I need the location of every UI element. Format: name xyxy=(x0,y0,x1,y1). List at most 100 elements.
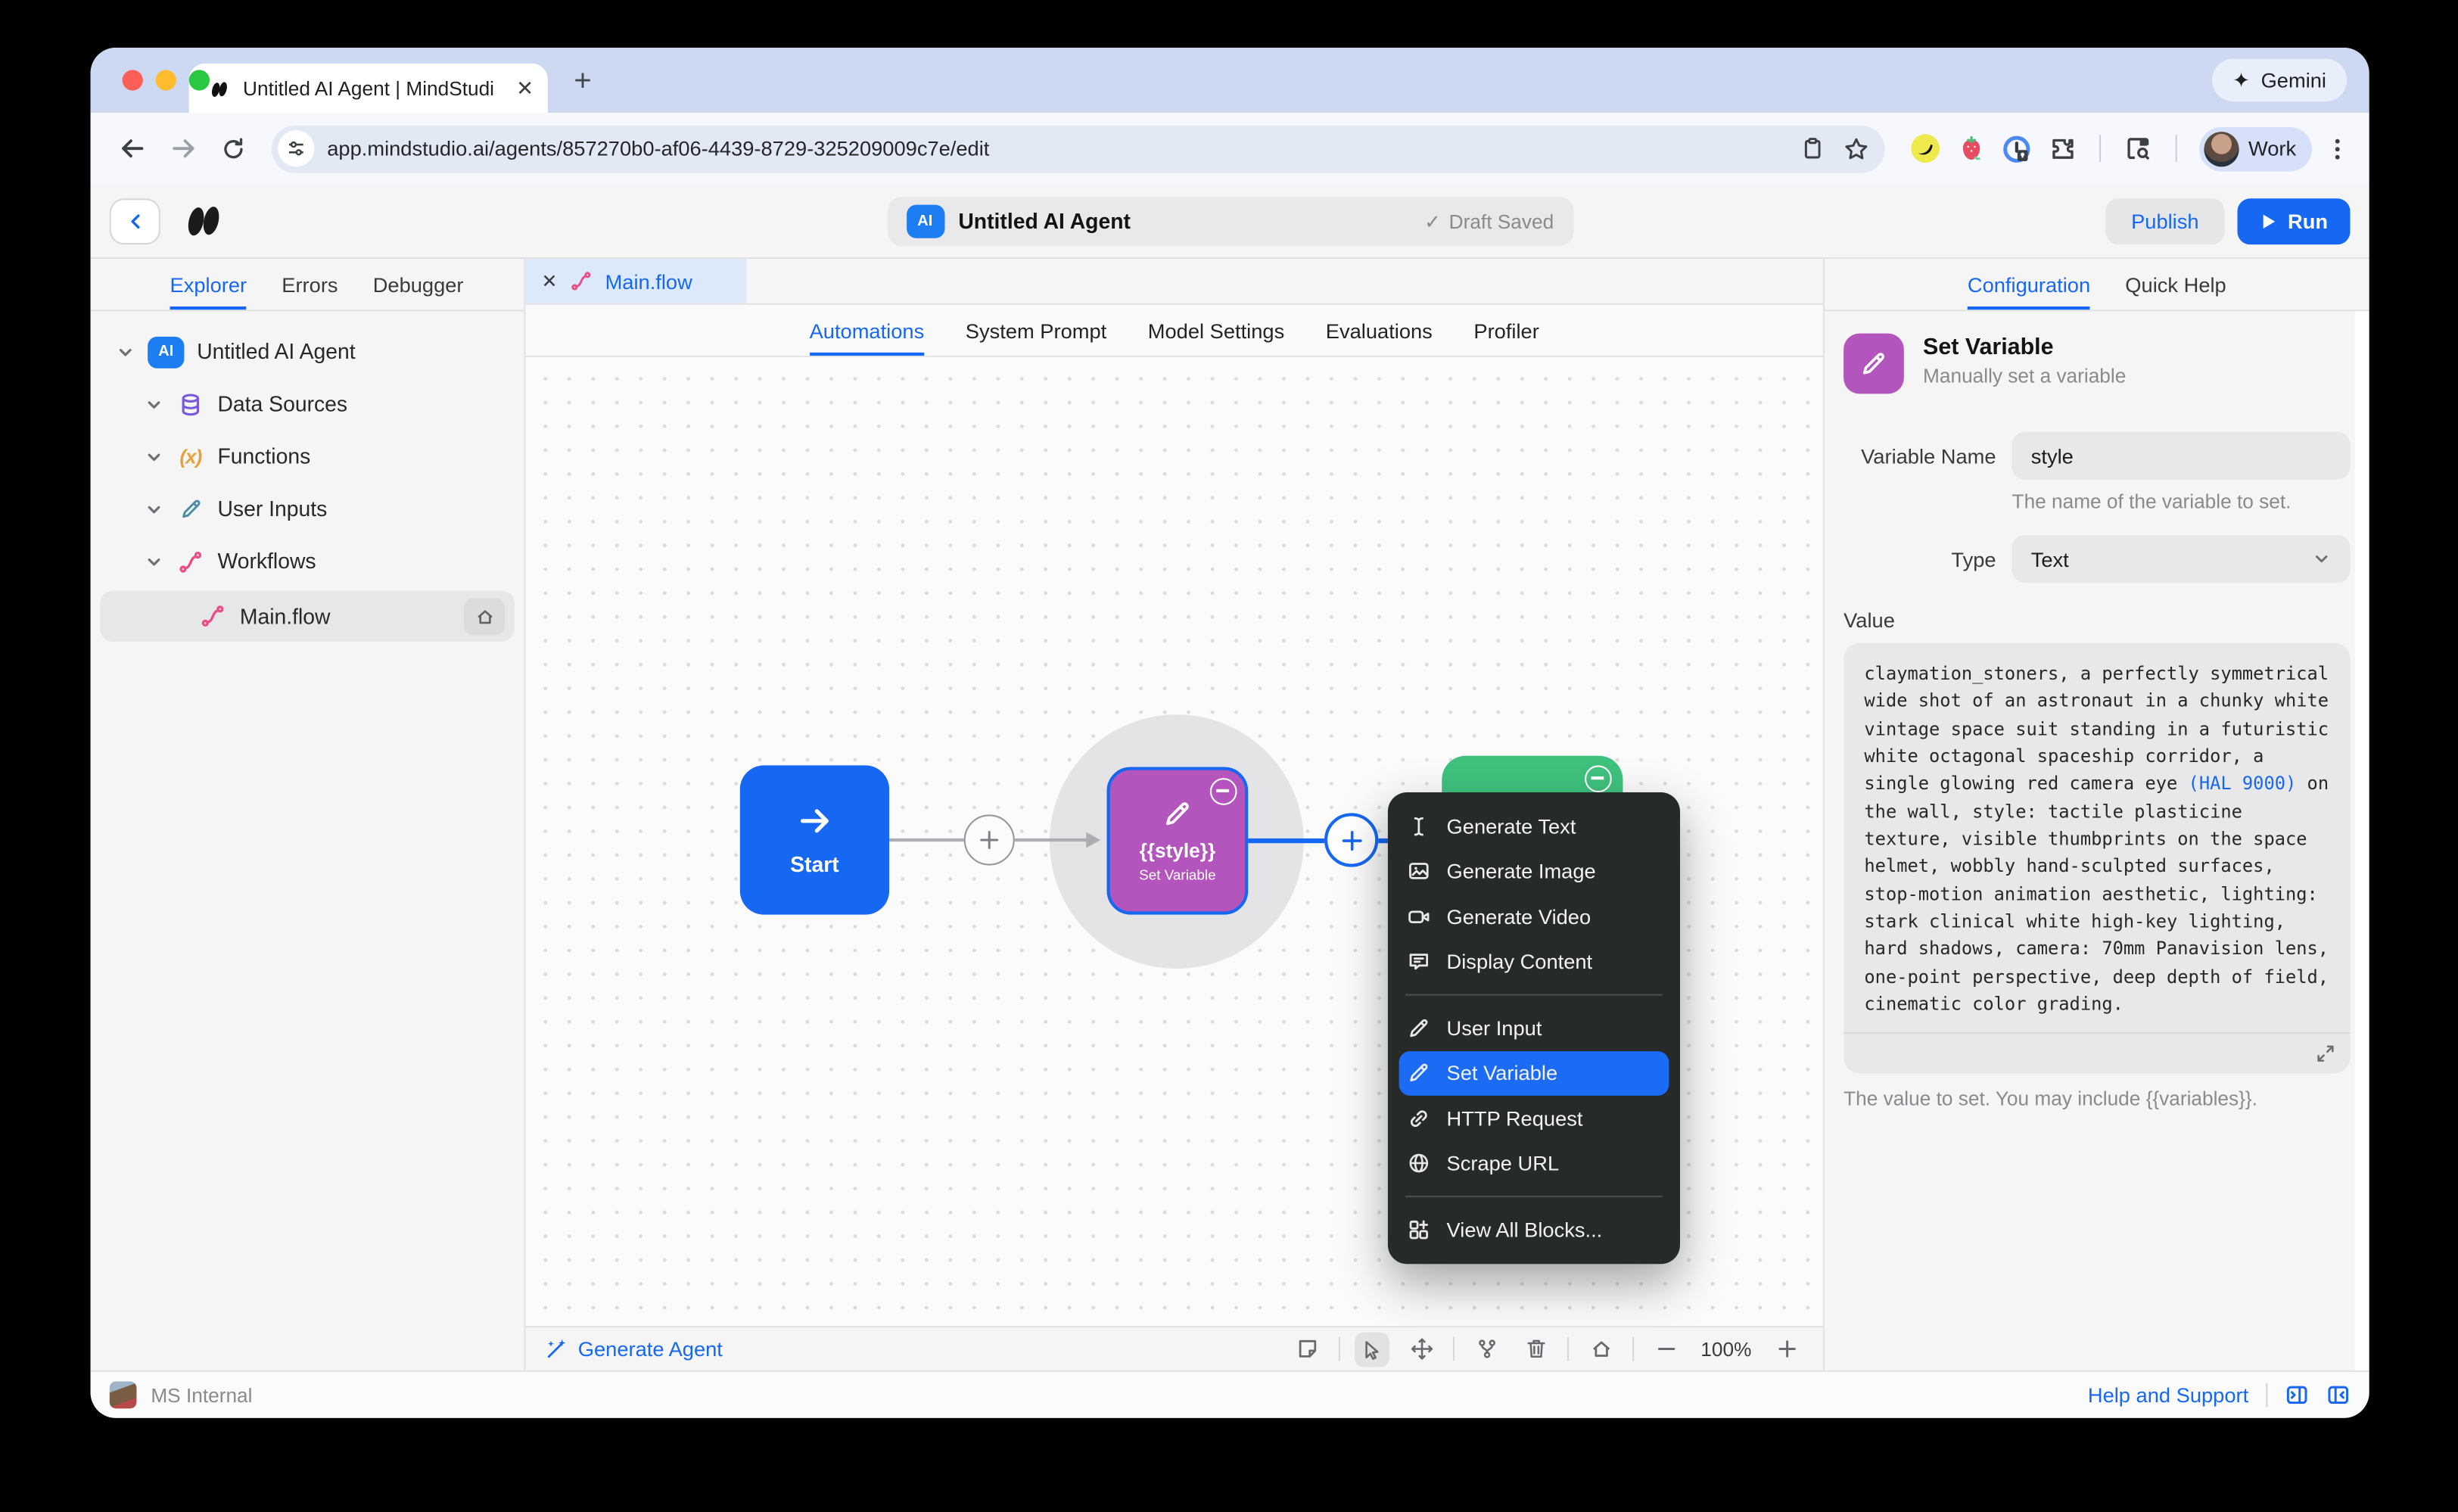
maximize-window-button[interactable] xyxy=(188,70,210,91)
menu-item-user-input[interactable]: User Input xyxy=(1388,1005,1680,1050)
chevron-down-icon xyxy=(2316,555,2328,563)
home-view-tool[interactable] xyxy=(1583,1331,1618,1366)
tab-system-prompt[interactable]: System Prompt xyxy=(966,305,1106,356)
reload-button[interactable] xyxy=(211,126,256,171)
tree-item-main-flow[interactable]: Main.flow xyxy=(100,590,515,642)
edge-start-to-setvariable xyxy=(889,838,964,842)
select-tool[interactable] xyxy=(1354,1331,1390,1367)
strawberry-extension-icon[interactable] xyxy=(1958,134,1985,163)
banana-extension-icon[interactable] xyxy=(1910,133,1940,163)
toggle-right-panel-icon[interactable] xyxy=(2285,1383,2308,1407)
tab-errors[interactable]: Errors xyxy=(282,259,338,310)
browser-menu-icon[interactable] xyxy=(2325,135,2351,161)
close-tab-icon[interactable]: ✕ xyxy=(542,270,558,292)
generate-agent-button[interactable]: Generate Agent xyxy=(545,1337,723,1361)
tab-model-settings[interactable]: Model Settings xyxy=(1148,305,1284,356)
block-title: Set Variable xyxy=(1923,334,2054,361)
tab-automations[interactable]: Automations xyxy=(809,305,925,356)
pencil-icon xyxy=(1862,353,1885,375)
home-flow-button[interactable] xyxy=(463,598,506,635)
extensions-puzzle-icon[interactable] xyxy=(2049,135,2076,162)
chevron-down-icon[interactable] xyxy=(145,447,163,466)
tab-profiler[interactable]: Profiler xyxy=(1473,305,1539,356)
tree-item-agent-root[interactable]: AI Untitled AI Agent xyxy=(91,325,524,378)
toggle-left-panel-icon[interactable] xyxy=(2326,1383,2350,1407)
tab-configuration[interactable]: Configuration xyxy=(1967,259,2091,310)
agent-title-pill[interactable]: AI Untitled AI Agent ✓ Draft Saved xyxy=(886,197,1573,247)
browser-tab[interactable]: Untitled AI Agent | MindStudi ✕ xyxy=(188,63,548,113)
address-bar[interactable]: app.mindstudio.ai/agents/857270b0-af06-4… xyxy=(271,124,1885,173)
clipboard-icon[interactable] xyxy=(1800,136,1824,160)
value-editor[interactable]: claymation_stoners, a perfectly symmetri… xyxy=(1844,642,2351,1075)
set-variable-block-icon xyxy=(1844,333,1904,394)
workspace-avatar xyxy=(109,1381,137,1409)
tree-item-data-sources[interactable]: Data Sources xyxy=(91,378,524,430)
tab-debugger[interactable]: Debugger xyxy=(373,259,464,310)
tab-close-icon[interactable]: ✕ xyxy=(516,78,534,98)
menu-item-generate-video[interactable]: Generate Video xyxy=(1388,894,1680,939)
value-editor-footer xyxy=(1844,1032,2351,1075)
menu-item-generate-image[interactable]: Generate Image xyxy=(1388,849,1680,894)
help-and-support-link[interactable]: Help and Support xyxy=(2088,1383,2248,1407)
publish-button[interactable]: Publish xyxy=(2105,198,2225,244)
add-block-button[interactable] xyxy=(963,814,1015,866)
menu-item-set-variable[interactable]: Set Variable xyxy=(1399,1050,1669,1096)
menu-divider xyxy=(1405,994,1663,996)
value-text[interactable]: claymation_stoners, a perfectly symmetri… xyxy=(1844,643,2350,1033)
close-window-button[interactable] xyxy=(122,70,143,91)
delete-tool[interactable] xyxy=(1518,1331,1553,1366)
add-block-button-active[interactable] xyxy=(1324,813,1379,867)
zoom-out-button[interactable] xyxy=(1648,1331,1683,1366)
ai-badge: AI xyxy=(906,204,944,238)
onepassword-extension-icon[interactable] xyxy=(2002,134,2031,163)
text-cursor-icon xyxy=(1414,817,1423,835)
app-back-button[interactable] xyxy=(109,198,160,244)
sparkle-icon: ✦ xyxy=(2232,67,2250,92)
auto-layout-tool[interactable] xyxy=(1469,1331,1504,1366)
collapse-node-icon[interactable] xyxy=(1585,765,1612,793)
chevron-down-icon[interactable] xyxy=(145,394,163,413)
collapse-node-icon[interactable] xyxy=(1209,778,1237,805)
menu-item-generate-text[interactable]: Generate Text xyxy=(1388,804,1680,849)
reading-mode-icon[interactable] xyxy=(2124,135,2152,162)
pan-tool[interactable] xyxy=(1404,1331,1439,1366)
forward-button[interactable] xyxy=(160,126,205,171)
tree-item-functions[interactable]: (x) Functions xyxy=(91,431,524,483)
globe-icon xyxy=(1409,1154,1429,1173)
workflow-icon xyxy=(570,270,592,292)
chevron-down-icon[interactable] xyxy=(145,552,163,571)
back-button[interactable] xyxy=(110,126,154,171)
bookmark-star-icon[interactable] xyxy=(1844,135,1869,161)
site-settings-icon[interactable] xyxy=(278,130,315,167)
type-select[interactable]: Text xyxy=(2012,535,2351,583)
menu-item-http-request[interactable]: HTTP Request xyxy=(1388,1096,1680,1141)
profile-chip[interactable]: Work xyxy=(2198,126,2313,171)
chevron-down-icon[interactable] xyxy=(116,342,135,361)
zoom-in-button[interactable] xyxy=(1769,1331,1804,1366)
menu-item-view-all-blocks[interactable]: View All Blocks... xyxy=(1388,1207,1680,1252)
mindstudio-logo[interactable] xyxy=(179,203,227,239)
tab-quick-help[interactable]: Quick Help xyxy=(2125,259,2226,310)
tab-evaluations[interactable]: Evaluations xyxy=(1326,305,1433,356)
flow-canvas[interactable]: Start {{style}} Set Variable Generate Te… xyxy=(525,357,1823,1327)
node-set-variable[interactable]: {{style}} Set Variable xyxy=(1106,767,1249,915)
variable-name-input[interactable]: style xyxy=(2012,431,2351,480)
node-start[interactable]: Start xyxy=(739,765,890,915)
minimize-window-button[interactable] xyxy=(155,70,176,91)
editor-tab-main-flow[interactable]: ✕ Main.flow xyxy=(525,259,747,303)
url-text[interactable]: app.mindstudio.ai/agents/857270b0-af06-4… xyxy=(327,136,1787,160)
tree-item-user-inputs[interactable]: User Inputs xyxy=(91,483,524,535)
add-note-tool[interactable] xyxy=(1290,1331,1324,1366)
workflow-editor: ✕ Main.flow Automations System Prompt Mo… xyxy=(525,259,1823,1370)
tree-item-workflows[interactable]: Workflows xyxy=(91,535,524,587)
workflow-icon xyxy=(198,603,227,629)
menu-item-display-content[interactable]: Display Content xyxy=(1388,939,1680,985)
gemini-button[interactable]: ✦ Gemini xyxy=(2211,58,2348,102)
chevron-down-icon[interactable] xyxy=(145,499,163,518)
expand-icon[interactable] xyxy=(2315,1044,2335,1065)
menu-item-scrape-url[interactable]: Scrape URL xyxy=(1388,1141,1680,1187)
run-button[interactable]: Run xyxy=(2236,198,2351,244)
new-tab-button[interactable]: + xyxy=(561,61,605,105)
panel-scrollbar[interactable] xyxy=(2354,311,2369,1370)
tab-explorer[interactable]: Explorer xyxy=(170,259,247,310)
